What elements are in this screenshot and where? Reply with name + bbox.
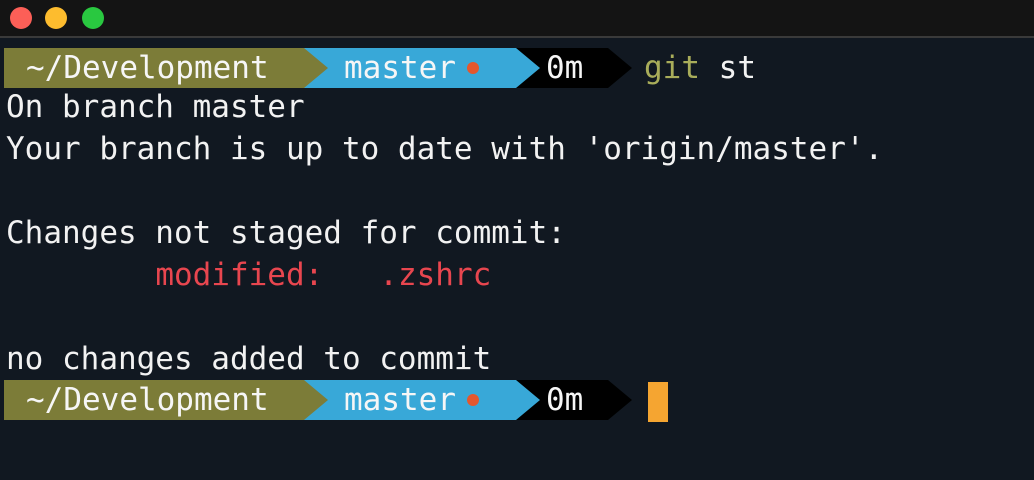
zoom-button[interactable]: [82, 7, 104, 29]
command-program: git: [644, 50, 700, 86]
segment-arrow-icon: [608, 48, 632, 88]
entered-command: git st: [644, 48, 756, 88]
prompt-branch-segment: master: [304, 48, 516, 88]
terminal-window: ~/Development master 0m git st On branch…: [0, 0, 1034, 480]
prompt-directory-segment: ~/Development: [4, 48, 304, 88]
prompt-line: ~/Development master 0m: [4, 380, 1034, 422]
modified-file-line: modified: .zshrc: [6, 254, 491, 296]
segment-arrow-icon: [608, 380, 632, 420]
dirty-status-icon: [467, 62, 479, 74]
segment-arrow-icon: [516, 48, 540, 88]
segment-arrow-icon: [304, 48, 328, 88]
prompt-directory-segment: ~/Development: [4, 380, 304, 420]
output-line: Your branch is up to date with 'origin/m…: [6, 131, 884, 167]
segment-arrow-icon: [304, 380, 328, 420]
title-bar: [0, 0, 1034, 38]
terminal-content[interactable]: ~/Development master 0m git st On branch…: [0, 38, 1034, 480]
prompt-branch-segment: master: [304, 380, 516, 420]
close-button[interactable]: [10, 7, 32, 29]
prompt-line: ~/Development master 0m git st: [4, 48, 1034, 88]
output-line: no changes added to commit: [6, 341, 492, 377]
output-line: On branch master: [6, 89, 305, 125]
modified-filename: .zshrc: [379, 257, 492, 293]
output-line: Changes not staged for commit:: [6, 215, 566, 251]
segment-arrow-icon: [516, 380, 540, 420]
modified-label: modified:: [155, 257, 324, 293]
text-cursor[interactable]: [648, 382, 668, 422]
dirty-status-icon: [467, 394, 479, 406]
minimize-button[interactable]: [45, 7, 67, 29]
command-args: st: [700, 50, 756, 86]
